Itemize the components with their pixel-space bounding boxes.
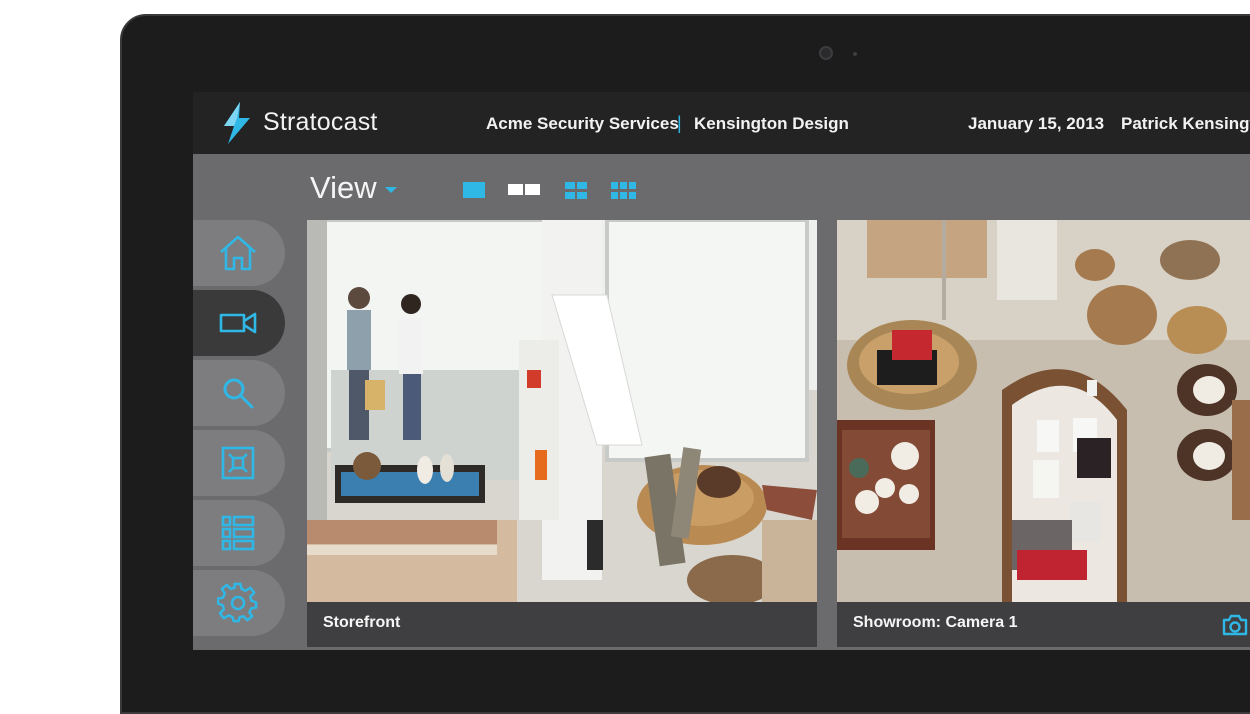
view-dropdown[interactable]: View xyxy=(310,170,397,206)
quad-layout-icon[interactable] xyxy=(565,182,587,200)
video-camera-icon xyxy=(219,312,257,334)
front-camera-icon xyxy=(819,46,833,60)
sidebar-item-home[interactable] xyxy=(193,220,285,286)
sidebar-item-video[interactable] xyxy=(193,290,285,356)
sidebar-item-list[interactable] xyxy=(193,500,285,566)
multi-grid-layout-icon[interactable] xyxy=(611,182,638,200)
showroom-video-feed[interactable] xyxy=(837,220,1250,602)
header-separator: | xyxy=(677,113,682,133)
tile-caption: Showroom: Camera 1 xyxy=(837,602,1250,647)
site-name[interactable]: Kensington Design xyxy=(694,114,849,134)
sidebar-item-map[interactable] xyxy=(193,430,285,496)
search-icon xyxy=(223,378,254,409)
snapshot-camera-icon[interactable] xyxy=(1221,613,1249,637)
view-label: View xyxy=(310,170,377,205)
tile-caption: Storefront xyxy=(307,602,817,647)
list-icon xyxy=(221,515,255,551)
gear-icon xyxy=(217,582,258,623)
two-column-layout-icon[interactable] xyxy=(508,182,540,200)
camera-tile-showroom-camera-1[interactable]: Showroom: Camera 1 xyxy=(837,220,1250,647)
top-bar: Stratocast Acme Security Services | Kens… xyxy=(193,92,1250,154)
camera-tile-storefront[interactable]: Storefront xyxy=(307,220,817,647)
app-screen: Stratocast Acme Security Services | Kens… xyxy=(193,92,1250,650)
current-date: January 15, 2013 xyxy=(968,114,1105,133)
user-name[interactable]: Patrick Kensingto xyxy=(1121,114,1250,134)
single-layout-icon[interactable] xyxy=(463,182,485,200)
lightning-logo-icon xyxy=(224,102,250,144)
sidebar-item-search[interactable] xyxy=(193,360,285,426)
caret-down-icon xyxy=(384,187,397,193)
focus-frame-icon xyxy=(221,446,255,480)
sensor-icon xyxy=(853,52,857,56)
organization-name[interactable]: Acme Security Services xyxy=(486,114,679,134)
storefront-video-feed[interactable] xyxy=(307,220,817,602)
home-icon xyxy=(220,235,256,271)
sidebar-item-settings[interactable] xyxy=(193,570,285,636)
brand-name: Stratocast xyxy=(263,108,378,136)
